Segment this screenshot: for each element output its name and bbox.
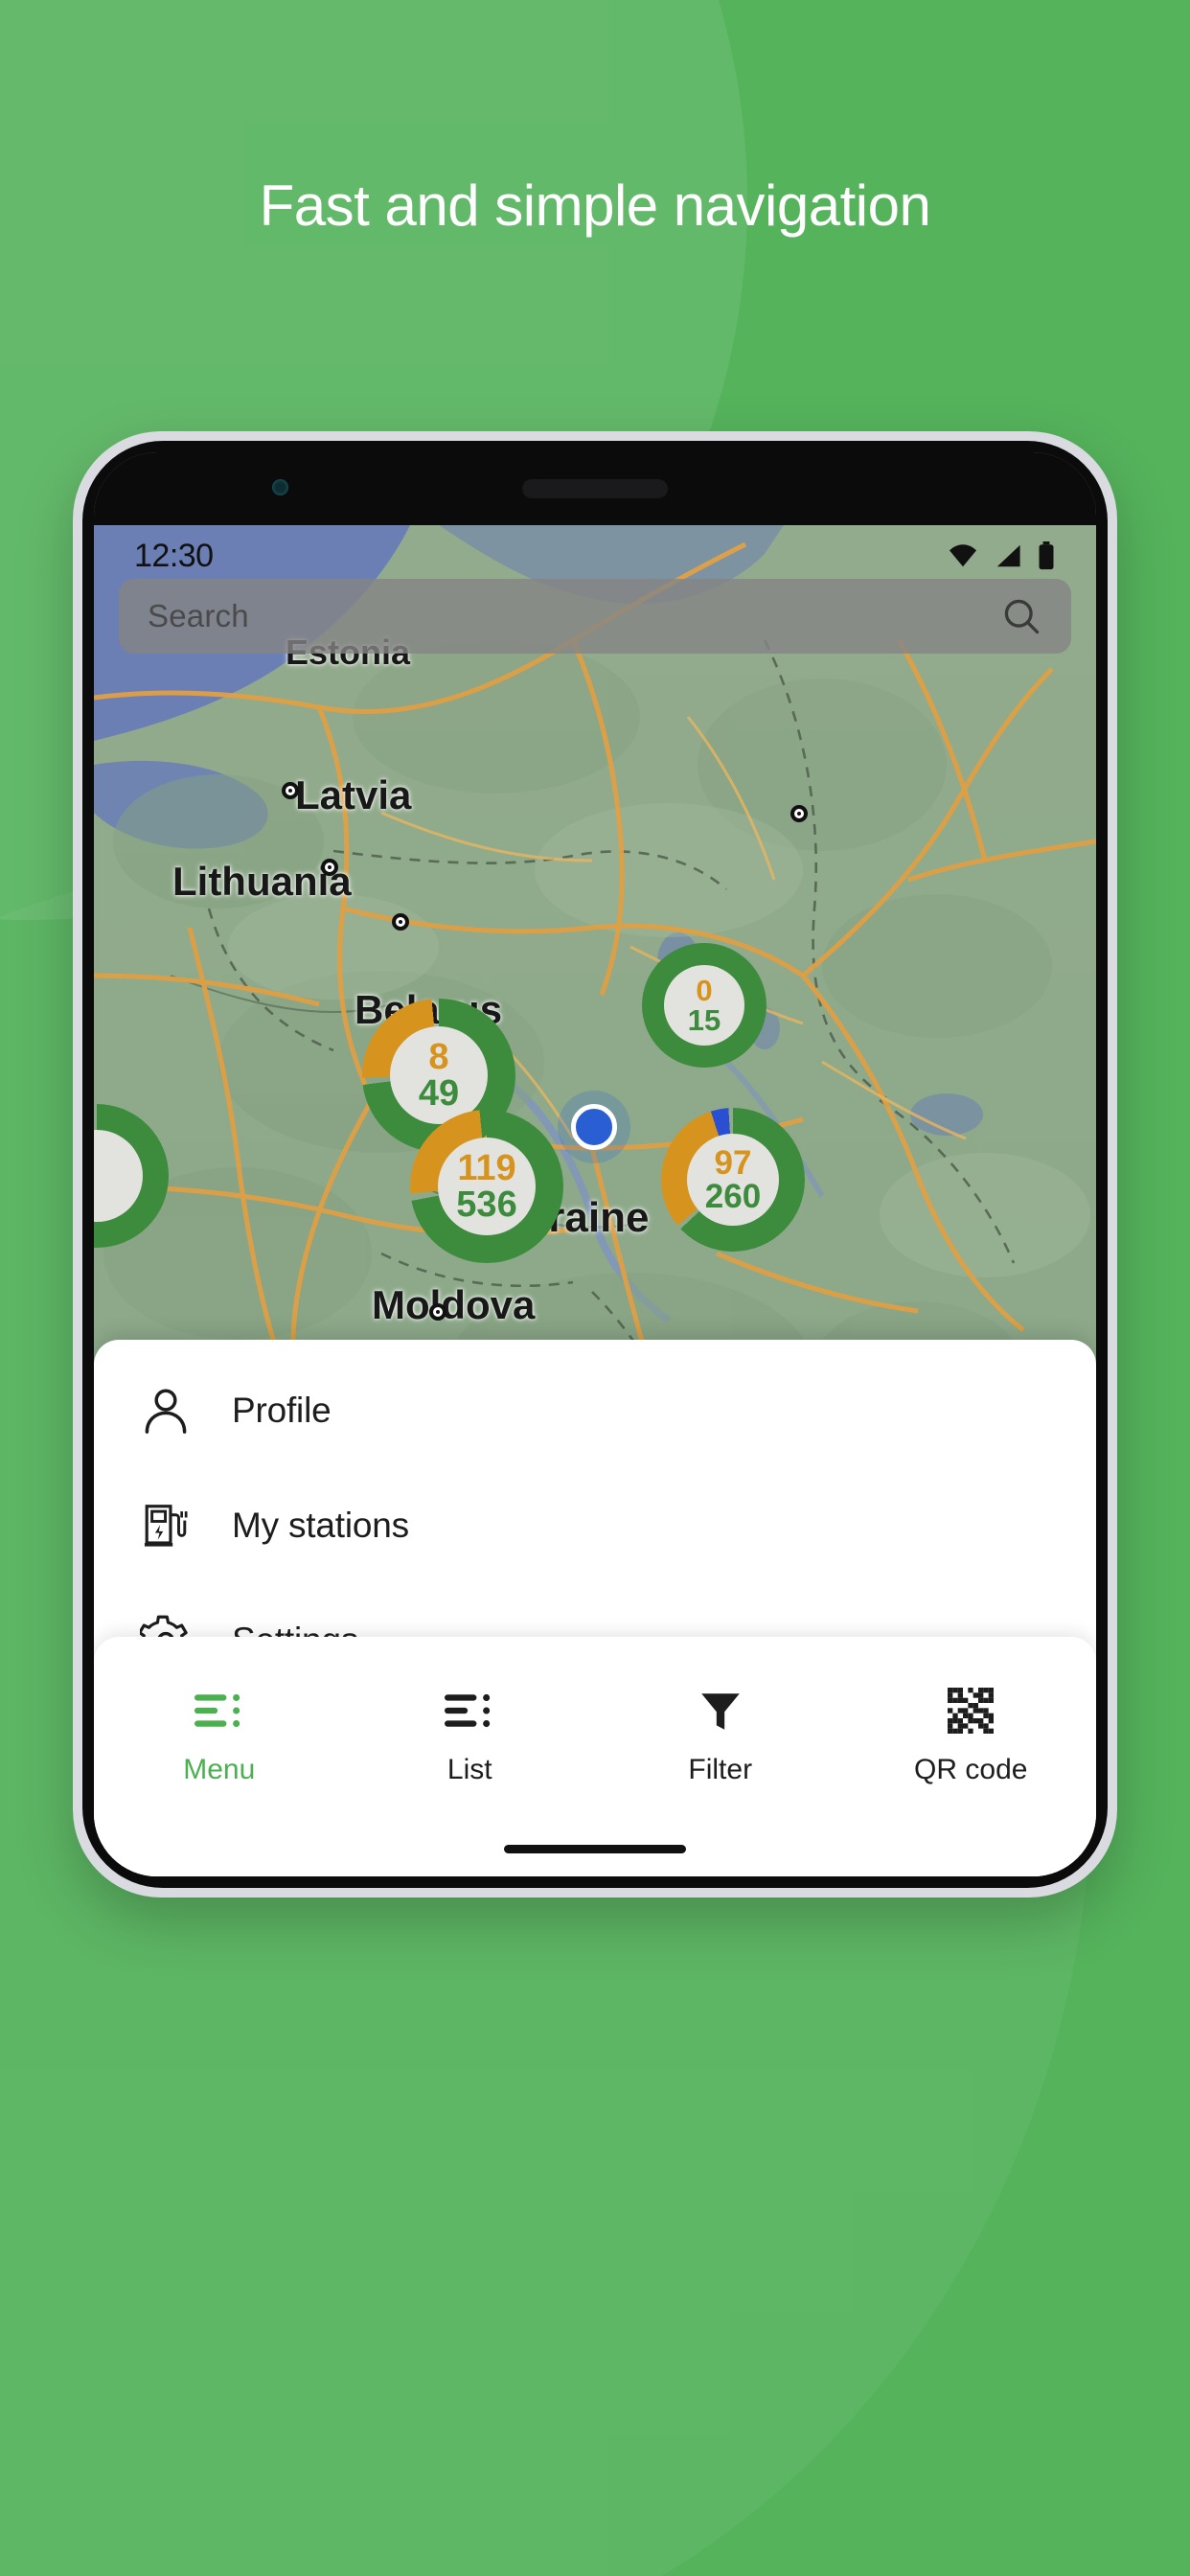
charging-station-icon xyxy=(136,1496,195,1555)
cluster-available-count: 119 xyxy=(457,1148,516,1188)
status-time: 12:30 xyxy=(134,537,214,574)
map-cluster-marker[interactable]: 119 536 xyxy=(410,1110,563,1263)
cluster-counts: 97 260 xyxy=(687,1134,779,1226)
bottom-nav-qr-code[interactable]: QR code xyxy=(846,1671,1097,1786)
map-city-dot xyxy=(392,913,409,931)
map-country-label: Moldova xyxy=(372,1282,536,1327)
cluster-counts: 0 15 xyxy=(664,965,744,1046)
bottom-nav-items: Menu List Filter QR code xyxy=(94,1637,1096,1821)
status-icons xyxy=(947,541,1056,570)
search-icon[interactable] xyxy=(1000,595,1042,637)
status-bar: 12:30 xyxy=(94,525,1096,586)
map-city-dot xyxy=(282,782,299,799)
map-cluster-marker[interactable]: 0 15 xyxy=(642,943,767,1068)
bottom-nav-filter[interactable]: Filter xyxy=(595,1671,846,1786)
bottom-nav-label: Filter xyxy=(688,1754,753,1785)
home-indicator-area xyxy=(94,1821,1096,1876)
front-camera-icon xyxy=(272,479,288,495)
cluster-counts: 119 536 xyxy=(438,1138,536,1235)
map-country-label: Latvia xyxy=(295,772,412,817)
menu-item-label: Profile xyxy=(232,1391,332,1430)
phone-mockup: 12:30 Search Latvia Lithuania Ukraine Mo… xyxy=(73,431,1117,1898)
bottom-nav-label: List xyxy=(446,1754,492,1785)
menu-item-profile[interactable]: Profile xyxy=(94,1353,1096,1468)
map-city-dot xyxy=(429,1303,446,1321)
wifi-icon xyxy=(950,544,976,567)
battery-icon xyxy=(1039,541,1054,570)
map-cluster-marker[interactable]: 97 260 xyxy=(661,1108,805,1252)
cluster-total-count: 49 xyxy=(418,1073,460,1114)
map-city-dot xyxy=(790,805,808,822)
bottom-nav-menu[interactable]: Menu xyxy=(94,1671,345,1786)
promo-headline: Fast and simple navigation xyxy=(259,173,931,238)
bottom-navigation-bar: Menu List Filter QR code xyxy=(94,1637,1096,1876)
bottom-nav-label: Menu xyxy=(183,1754,256,1785)
phone-bezel-top xyxy=(94,452,1096,525)
cellular-signal-icon xyxy=(996,544,1020,567)
cluster-total-count: 536 xyxy=(456,1184,517,1225)
cluster-total-count: 260 xyxy=(704,1178,762,1215)
cluster-total-count: 15 xyxy=(687,1003,721,1037)
search-bar[interactable]: Search xyxy=(119,579,1071,654)
user-location-dot xyxy=(571,1104,617,1150)
search-input[interactable]: Search xyxy=(148,598,1000,634)
bottom-nav-label: QR code xyxy=(914,1754,1028,1785)
speaker-grille xyxy=(522,479,668,498)
cluster-available-count: 97 xyxy=(714,1144,752,1182)
cluster-available-count: 8 xyxy=(428,1037,449,1077)
qr-code-icon[interactable] xyxy=(948,1685,995,1736)
menu-item-my-stations[interactable]: My stations xyxy=(94,1468,1096,1583)
person-icon xyxy=(136,1381,195,1440)
bottom-nav-list[interactable]: List xyxy=(345,1671,596,1786)
home-indicator[interactable] xyxy=(504,1844,686,1853)
menu-item-label: My stations xyxy=(232,1506,409,1545)
menu-lines-icon[interactable] xyxy=(194,1685,244,1736)
cluster-counts: 8 49 xyxy=(390,1026,488,1124)
cluster-available-count: 0 xyxy=(696,974,713,1007)
funnel-icon[interactable] xyxy=(697,1685,744,1736)
phone-screen: 12:30 Search Latvia Lithuania Ukraine Mo… xyxy=(94,452,1096,1876)
map-city-dot xyxy=(321,859,338,876)
list-icon[interactable] xyxy=(445,1685,494,1736)
